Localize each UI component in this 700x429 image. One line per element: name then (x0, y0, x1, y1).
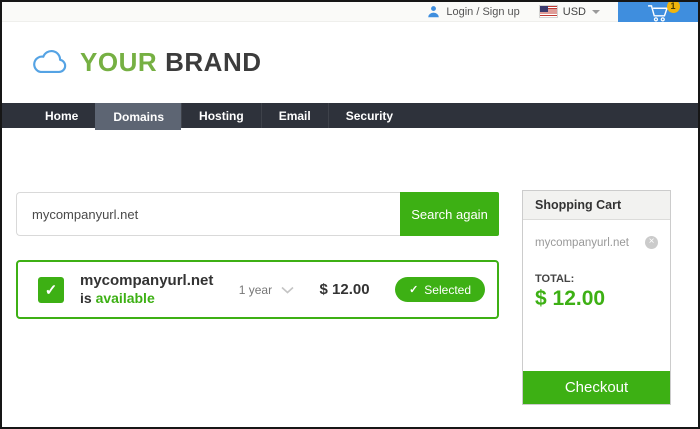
cart-count-badge: 1 (667, 0, 680, 13)
domain-search-bar: Search again (16, 192, 499, 236)
status-prefix: is (80, 290, 92, 306)
brand-logo[interactable]: YOUR BRAND (30, 47, 262, 78)
nav-item-email[interactable]: Email (261, 103, 328, 128)
currency-selector[interactable]: USD (540, 6, 600, 18)
domain-result-card: ✓ mycompanyurl.net is available 1 year $… (16, 260, 499, 319)
cart-total-label: TOTAL: (535, 273, 658, 285)
main-nav: Home Domains Hosting Email Security (2, 103, 698, 128)
currency-label: USD (563, 6, 586, 18)
cloud-icon (30, 49, 70, 76)
page: Login / Sign up USD 1 YOUR BRAND (0, 0, 700, 429)
nav-item-home[interactable]: Home (28, 103, 95, 128)
shopping-cart-panel: Shopping Cart mycompanyurl.net × TOTAL: … (522, 190, 671, 405)
cart-button[interactable]: 1 (618, 2, 698, 22)
cart-title: Shopping Cart (523, 191, 670, 220)
brand-word-2: BRAND (165, 47, 261, 77)
domain-info: mycompanyurl.net is available (80, 272, 219, 307)
login-signup-label: Login / Sign up (446, 6, 519, 18)
topbar: Login / Sign up USD 1 (2, 2, 698, 22)
term-value: 1 year (239, 283, 272, 297)
selected-button[interactable]: ✓ Selected (395, 277, 485, 302)
remove-item-button[interactable]: × (645, 236, 658, 249)
chevron-down-icon (592, 10, 600, 14)
nav-item-domains[interactable]: Domains (95, 103, 181, 130)
check-icon: ✓ (45, 281, 58, 299)
term-dropdown[interactable]: 1 year (239, 283, 320, 297)
search-again-button[interactable]: Search again (400, 192, 499, 236)
cart-total-value: $ 12.00 (535, 287, 658, 311)
user-icon (427, 5, 440, 18)
result-status: is available (80, 290, 219, 307)
status-word: available (96, 290, 155, 306)
cart-item-row: mycompanyurl.net × (535, 236, 658, 249)
domain-price: $ 12.00 (320, 281, 396, 298)
brand-word-1: YOUR (80, 47, 157, 77)
domain-checkbox[interactable]: ✓ (38, 277, 64, 303)
result-domain-name: mycompanyurl.net (80, 272, 219, 290)
content-area: Search again ✓ mycompanyurl.net is avail… (2, 128, 698, 427)
domain-search-input[interactable] (16, 192, 400, 236)
nav-item-security[interactable]: Security (328, 103, 410, 128)
brand-name: YOUR BRAND (80, 47, 262, 78)
cart-item-name: mycompanyurl.net (535, 237, 629, 249)
logo-bar: YOUR BRAND (2, 22, 698, 103)
nav-item-hosting[interactable]: Hosting (181, 103, 261, 128)
checkout-button[interactable]: Checkout (523, 371, 670, 404)
chevron-down-icon (281, 286, 294, 294)
check-icon: ✓ (409, 283, 418, 296)
selected-label: Selected (424, 283, 471, 297)
cart-icon-wrap: 1 (646, 4, 671, 22)
cart-body: mycompanyurl.net × TOTAL: $ 12.00 (523, 220, 670, 371)
login-signup-link[interactable]: Login / Sign up (427, 5, 519, 18)
us-flag-icon (540, 6, 557, 17)
